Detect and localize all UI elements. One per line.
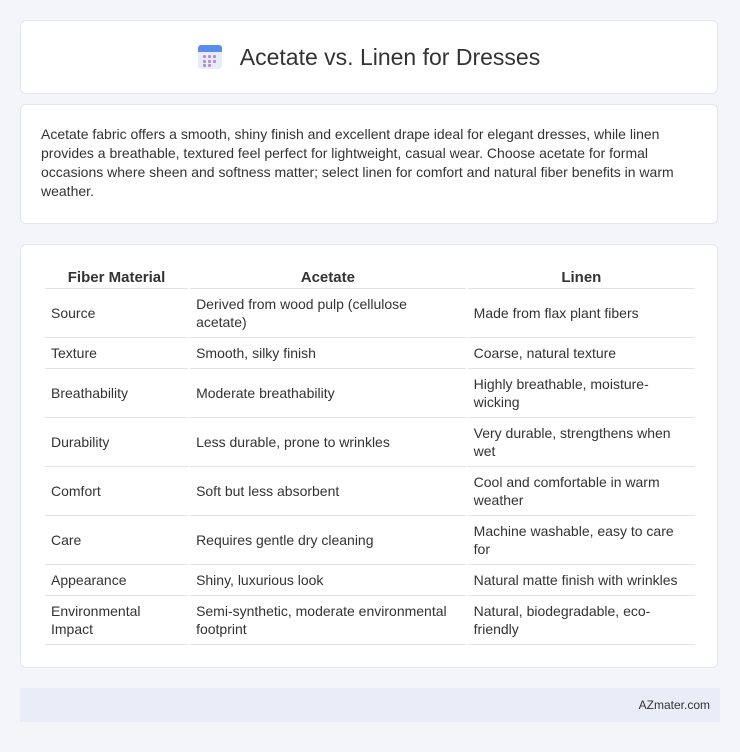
acetate-cell: Moderate breathability <box>190 369 466 418</box>
row-label: Environmental Impact <box>45 596 189 645</box>
column-header-fiber-material: Fiber Material <box>45 263 189 289</box>
acetate-cell: Soft but less absorbent <box>190 467 466 516</box>
summary-text: Acetate fabric offers a smooth, shiny fi… <box>41 126 674 199</box>
table-row: Texture Smooth, silky finish Coarse, nat… <box>45 338 695 369</box>
linen-cell: Highly breathable, moisture-wicking <box>467 369 695 418</box>
row-label: Comfort <box>45 467 189 516</box>
table-header-row: Fiber Material Acetate Linen <box>45 263 695 289</box>
acetate-cell: Requires gentle dry cleaning <box>190 516 466 565</box>
table-row: Durability Less durable, prone to wrinkl… <box>45 418 695 467</box>
linen-cell: Natural, biodegradable, eco-friendly <box>467 596 695 645</box>
row-label: Source <box>45 289 189 338</box>
column-header-acetate: Acetate <box>190 263 466 289</box>
linen-cell: Cool and comfortable in warm weather <box>467 467 695 516</box>
row-label: Durability <box>45 418 189 467</box>
comparison-table-card: Fiber Material Acetate Linen Source Deri… <box>20 244 718 668</box>
comparison-table: Fiber Material Acetate Linen Source Deri… <box>43 263 697 645</box>
summary-card: Acetate fabric offers a smooth, shiny fi… <box>20 104 718 224</box>
footer-brand: AZmater.com <box>638 698 710 712</box>
row-label: Breathability <box>45 369 189 418</box>
row-label: Care <box>45 516 189 565</box>
calendar-icon <box>197 45 222 69</box>
column-header-linen: Linen <box>467 263 695 289</box>
acetate-cell: Shiny, luxurious look <box>190 565 466 596</box>
table-row: Source Derived from wood pulp (cellulose… <box>45 289 695 338</box>
table-row: Care Requires gentle dry cleaning Machin… <box>45 516 695 565</box>
row-label: Appearance <box>45 565 189 596</box>
table-row: Environmental Impact Semi-synthetic, mod… <box>45 596 695 645</box>
header-card: Acetate vs. Linen for Dresses <box>20 20 718 94</box>
acetate-cell: Derived from wood pulp (cellulose acetat… <box>190 289 466 338</box>
acetate-cell: Semi-synthetic, moderate environmental f… <box>190 596 466 645</box>
linen-cell: Machine washable, easy to care for <box>467 516 695 565</box>
table-row: Breathability Moderate breathability Hig… <box>45 369 695 418</box>
table-row: Appearance Shiny, luxurious look Natural… <box>45 565 695 596</box>
linen-cell: Natural matte finish with wrinkles <box>467 565 695 596</box>
linen-cell: Very durable, strengthens when wet <box>467 418 695 467</box>
row-label: Texture <box>45 338 189 369</box>
table-row: Comfort Soft but less absorbent Cool and… <box>45 467 695 516</box>
acetate-cell: Less durable, prone to wrinkles <box>190 418 466 467</box>
page-title: Acetate vs. Linen for Dresses <box>239 43 541 70</box>
footer-bar: AZmater.com <box>20 688 720 722</box>
linen-cell: Coarse, natural texture <box>467 338 695 369</box>
linen-cell: Made from flax plant fibers <box>467 289 695 338</box>
acetate-cell: Smooth, silky finish <box>190 338 466 369</box>
